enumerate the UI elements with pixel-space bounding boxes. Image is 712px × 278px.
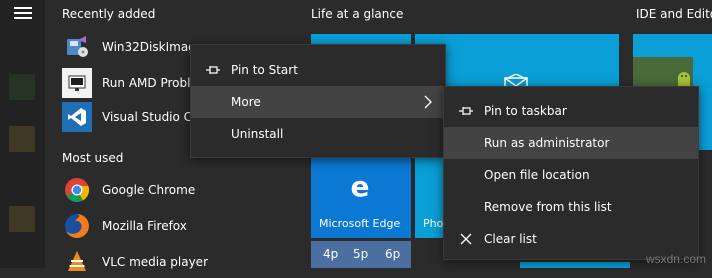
app-mozilla-firefox[interactable]: Mozilla Firefox	[62, 210, 282, 242]
pin-icon	[458, 103, 474, 119]
app-label: VLC media player	[102, 255, 209, 269]
menu-item-label: Run as administrator	[484, 136, 610, 150]
chevron-right-icon	[423, 95, 433, 109]
app-label: Google Chrome	[102, 183, 196, 197]
weather-day: 5p	[353, 247, 369, 261]
disk-imager-icon	[62, 32, 92, 62]
watermark: wsxdn.com	[645, 252, 706, 266]
menu-item-label: Pin to taskbar	[484, 104, 567, 118]
more-submenu: Pin to taskbar Run as administrator Open…	[443, 86, 699, 260]
tile-label: Pho	[423, 217, 444, 230]
hamburger-menu-icon[interactable]	[14, 7, 32, 19]
menu-run-as-administrator[interactable]: Run as administrator	[444, 127, 698, 159]
tile-microsoft-edge[interactable]: e Microsoft Edge	[311, 156, 411, 238]
visual-studio-icon	[62, 102, 92, 132]
edge-icon: e	[346, 170, 374, 203]
app-google-chrome[interactable]: Google Chrome	[62, 174, 282, 206]
rail-ghost-icon	[9, 126, 35, 152]
most-used-header: Most used	[62, 151, 124, 165]
chrome-icon	[62, 175, 92, 205]
recently-added-header: Recently added	[62, 7, 156, 21]
tile-weather[interactable]: 4p 5p 6p	[311, 241, 411, 268]
menu-open-file-location[interactable]: Open file location	[444, 159, 698, 191]
tile-phone[interactable]: Pho	[415, 156, 445, 238]
weather-day: 6p	[385, 247, 401, 261]
menu-item-label: Uninstall	[231, 127, 284, 141]
vlc-icon	[62, 247, 92, 277]
menu-item-label: Remove from this list	[484, 200, 612, 214]
rail-ghost-icon	[9, 206, 35, 232]
menu-remove-from-list[interactable]: Remove from this list	[444, 191, 698, 223]
svg-text:e: e	[351, 172, 370, 200]
rail-ghost-icon	[9, 74, 35, 100]
menu-uninstall[interactable]: Uninstall	[191, 118, 445, 150]
app-label: Mozilla Firefox	[102, 219, 187, 233]
close-icon	[458, 231, 474, 247]
menu-item-label: More	[231, 95, 261, 109]
tile-label: Microsoft Edge	[319, 217, 401, 230]
pin-icon	[205, 62, 221, 78]
menu-clear-list[interactable]: Clear list	[444, 223, 698, 255]
life-at-a-glance-header: Life at a glance	[311, 7, 404, 21]
firefox-icon	[62, 211, 92, 241]
menu-item-label: Open file location	[484, 168, 590, 182]
menu-more[interactable]: More	[191, 86, 445, 118]
menu-item-label: Pin to Start	[231, 63, 298, 77]
menu-pin-to-start[interactable]: Pin to Start	[191, 54, 445, 86]
app-label: Visual Studio Co	[102, 110, 200, 124]
app-vlc-media-player[interactable]: VLC media player	[62, 246, 282, 278]
menu-pin-to-taskbar[interactable]: Pin to taskbar	[444, 95, 698, 127]
menu-item-label: Clear list	[484, 232, 537, 246]
weather-day: 4p	[323, 247, 339, 261]
ide-editors-header: IDE and Editors	[636, 7, 712, 21]
tile-partial-bottom[interactable]	[520, 262, 630, 268]
amd-icon	[62, 68, 92, 98]
app-context-menu: Pin to Start More Uninstall	[190, 44, 446, 158]
